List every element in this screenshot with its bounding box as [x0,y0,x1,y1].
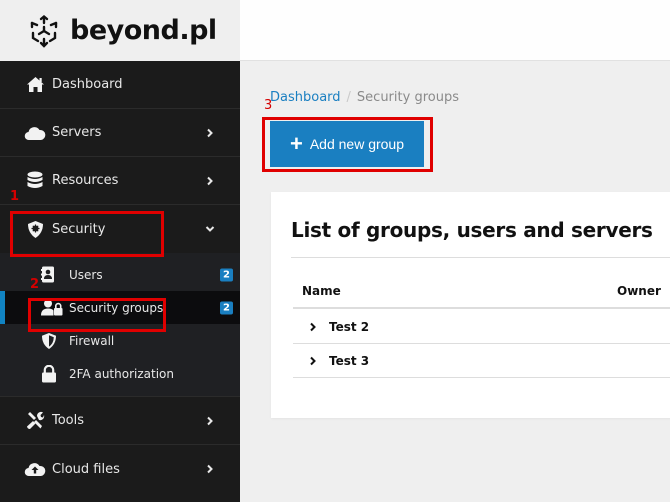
chevron-right-icon [207,464,213,474]
security-submenu: Users 2 Security groups 2 Firewall 2FA a… [0,253,240,397]
sidebar-item-label: Security groups [69,300,164,315]
shield-half-icon [41,332,63,350]
table-row[interactable]: Test 3 [293,344,670,378]
chevron-down-icon [205,226,215,232]
sidebar-item-servers[interactable]: Servers [0,109,240,157]
add-new-group-label: Add new group [309,136,405,152]
breadcrumb-current: Security groups [356,90,459,105]
table-row[interactable]: Test 2 [293,310,670,344]
cloud-icon [24,123,46,143]
sidebar-item-label: 2FA authorization [69,366,174,381]
database-icon [24,171,46,191]
annotation-number: 1 [10,189,20,204]
top-bar [240,0,670,61]
lock-icon [41,364,63,383]
plus-icon: + [289,131,303,156]
home-icon [24,75,46,95]
column-header-owner[interactable]: Owner [617,284,661,298]
sidebar-item-2fa-authorization[interactable]: 2FA authorization [0,357,240,390]
sidebar-item-label: Resources [52,173,119,188]
sidebar-item-tools[interactable]: Tools [0,397,240,445]
sidebar-item-label: Tools [52,413,85,428]
count-badge: 2 [220,268,233,281]
sidebar-item-label: Firewall [69,333,115,348]
cube-arrows-logo-icon [30,14,58,48]
breadcrumb: Dashboard / Security groups [270,90,459,105]
expand-chevron-icon[interactable] [309,322,319,332]
breadcrumb-dashboard-link[interactable]: Dashboard [270,90,341,105]
count-badge: 2 [220,301,233,314]
breadcrumb-separator: / [346,90,351,105]
shield-icon [24,219,46,239]
sidebar-item-label: Cloud files [52,461,120,477]
card-title: List of groups, users and servers [291,218,653,242]
brand-name: beyond.pl [70,15,217,46]
divider [291,257,670,258]
chevron-right-icon [207,128,213,137]
sidebar-item-dashboard[interactable]: Dashboard [0,61,240,109]
annotation-number: 3 [264,98,273,113]
column-header-name[interactable]: Name [302,284,341,298]
tools-icon [24,411,46,431]
group-name: Test 3 [329,353,370,368]
groups-card: List of groups, users and servers Name O… [271,192,670,418]
table-header: Name Owner [293,276,670,309]
user-lock-icon [41,299,63,317]
sidebar-item-security[interactable]: Security [0,205,240,253]
sidebar-item-label: Servers [52,125,102,140]
logo[interactable]: beyond.pl [0,0,240,61]
sidebar-item-cloud-files[interactable]: Cloud files [0,445,240,493]
sidebar-item-firewall[interactable]: Firewall [0,324,240,357]
sidebar-item-resources[interactable]: Resources [0,157,240,205]
chevron-right-icon [207,416,213,425]
sidebar-item-label: Security [52,221,106,237]
group-name: Test 2 [329,319,370,334]
cloud-upload-icon [24,459,46,479]
chevron-right-icon [207,176,213,185]
add-new-group-button[interactable]: + Add new group [270,121,424,167]
address-book-icon [41,266,63,284]
sidebar-item-label: Dashboard [52,77,123,92]
sidebar-item-security-groups[interactable]: Security groups 2 [0,291,240,324]
sidebar-item-label: Users [69,267,103,282]
annotation-number: 2 [30,277,40,292]
expand-chevron-icon[interactable] [309,356,319,366]
